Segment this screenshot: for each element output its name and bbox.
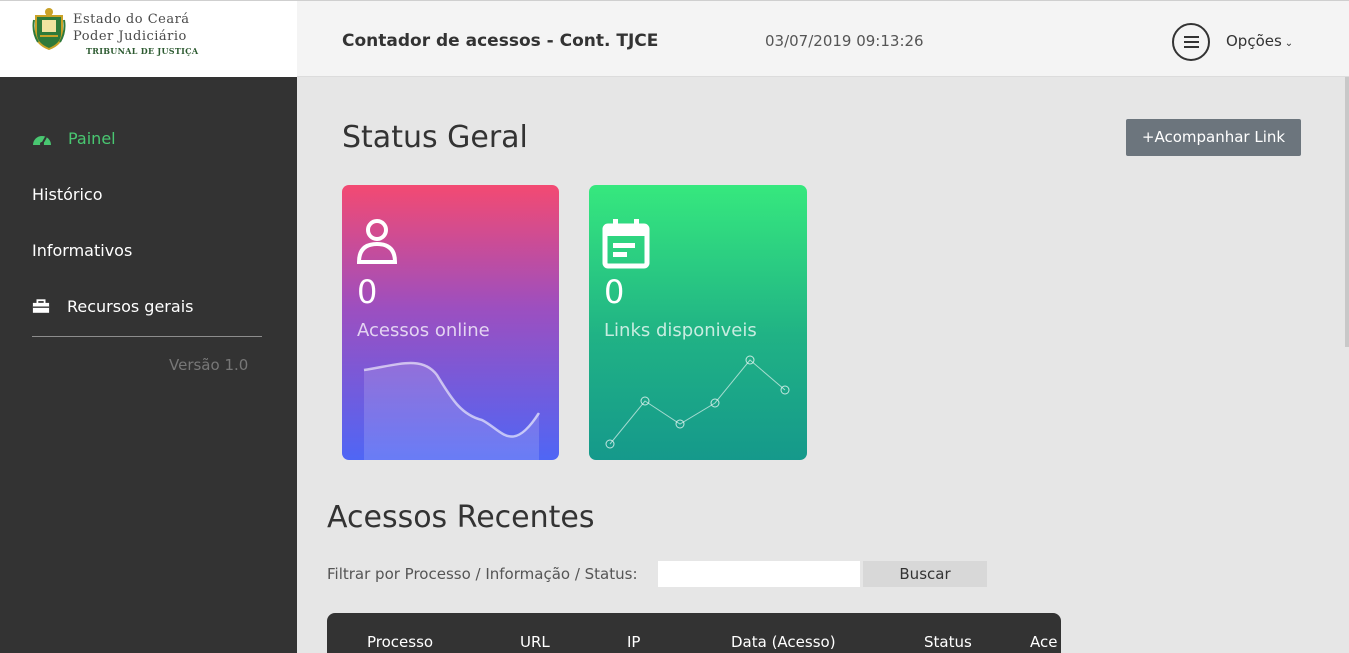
recent-access-title: Acessos Recentes — [327, 500, 595, 535]
sidebar-divider — [32, 336, 262, 337]
chevron-down-icon: ⌄ — [1284, 38, 1294, 49]
available-links-label: Links disponiveis — [604, 320, 757, 341]
coat-of-arms-icon — [32, 8, 66, 50]
column-header-url[interactable]: URL — [520, 633, 550, 651]
filter-label: Filtrar por Processo / Informação / Stat… — [327, 565, 638, 583]
logo-line-3: TRIBUNAL DE JUSTIÇA — [86, 46, 199, 56]
current-datetime: 03/07/2019 09:13:26 — [765, 32, 924, 50]
available-links-card: 0 Links disponiveis — [589, 185, 807, 460]
access-table-header: Processo URL IP Data (Acesso) Status Ace — [327, 613, 1061, 653]
online-access-card: 0 Acessos online — [342, 185, 559, 460]
column-header-status[interactable]: Status — [924, 633, 972, 651]
tjce-logo[interactable]: Estado do Ceará Poder Judiciário TRIBUNA… — [0, 1, 297, 78]
sidebar-item-historico[interactable]: Histórico — [32, 185, 102, 204]
sidebar-item-informativos[interactable]: Informativos — [32, 241, 132, 260]
search-button[interactable]: Buscar — [863, 561, 987, 587]
page-scrollbar[interactable] — [1345, 77, 1349, 347]
sidebar: Painel Histórico Informativos Recursos g… — [0, 77, 297, 653]
hamburger-menu-icon[interactable] — [1172, 23, 1210, 61]
calendar-icon — [602, 219, 650, 269]
sidebar-item-label: Recursos gerais — [67, 297, 194, 316]
logo-line-2: Poder Judiciário — [73, 29, 187, 44]
app-title: Contador de acessos - Cont. TJCE — [342, 31, 659, 51]
sidebar-item-recursos-gerais[interactable]: Recursos gerais — [32, 297, 193, 316]
options-dropdown[interactable]: Opções ⌄ — [1226, 32, 1293, 50]
sidebar-item-label: Informativos — [32, 241, 133, 260]
available-links-count: 0 — [604, 273, 625, 311]
dashboard-icon — [33, 135, 51, 146]
column-header-acessos[interactable]: Ace — [1030, 633, 1057, 651]
column-header-ip[interactable]: IP — [627, 633, 640, 651]
sidebar-item-label: Histórico — [32, 185, 103, 204]
top-header: Estado do Ceará Poder Judiciário TRIBUNA… — [0, 0, 1349, 78]
sidebar-item-painel[interactable]: Painel — [32, 129, 116, 148]
briefcase-icon — [32, 299, 50, 313]
column-header-data-acesso[interactable]: Data (Acesso) — [731, 633, 836, 651]
online-access-count: 0 — [357, 273, 378, 311]
column-header-processo[interactable]: Processo — [367, 633, 433, 651]
follow-link-button[interactable]: +Acompanhar Link — [1126, 119, 1301, 156]
page-title: Status Geral — [342, 120, 528, 155]
sidebar-item-label: Painel — [68, 129, 116, 148]
filter-input[interactable] — [658, 561, 860, 587]
options-label: Opções — [1226, 32, 1282, 50]
logo-line-1: Estado do Ceará — [73, 12, 190, 27]
online-access-label: Acessos online — [357, 320, 490, 341]
version-label: Versão 1.0 — [169, 356, 249, 374]
user-icon — [356, 219, 398, 264]
